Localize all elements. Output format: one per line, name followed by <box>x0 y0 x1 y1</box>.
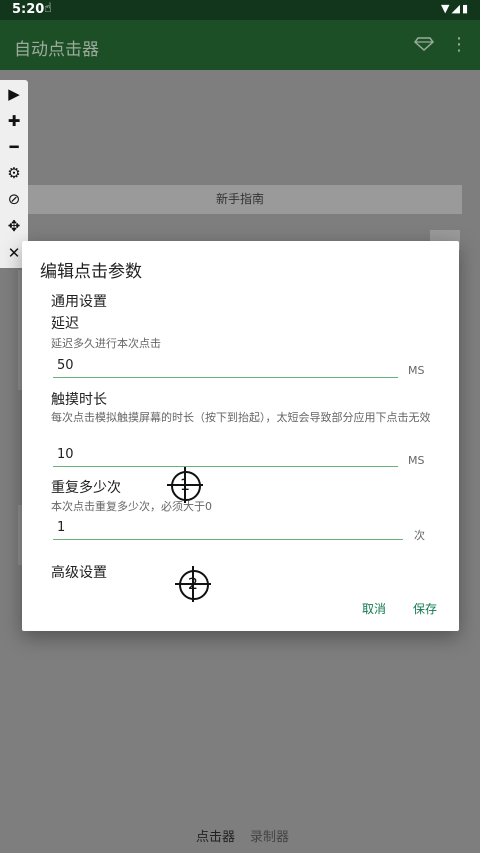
delay-input[interactable] <box>53 355 402 375</box>
signal-icon: ◢ <box>451 2 462 15</box>
eye-off-icon[interactable]: ⊘ <box>0 186 28 212</box>
status-bar: 5:20 ☝ ▼◢▮ <box>0 0 480 20</box>
repeat-label: 重复多少次 <box>51 480 121 496</box>
floating-toolbar: ▶ ✚ ━ ⚙ ⊘ ✥ ✕ <box>0 80 28 268</box>
hand-icon: ☝ <box>44 1 52 16</box>
app-bar: 自动点击器 <box>0 20 480 70</box>
cancel-button[interactable]: 取消 <box>362 600 386 617</box>
advanced-settings-header[interactable]: 高级设置 <box>51 562 107 582</box>
battery-icon: ▮ <box>461 2 470 15</box>
touch-duration-field[interactable] <box>53 444 402 467</box>
delay-hint: 延迟多久进行本次点击 <box>51 337 161 350</box>
marker-number: 2 <box>187 574 199 593</box>
touch-duration-label: 触摸时长 <box>51 392 107 408</box>
delay-field[interactable] <box>53 355 402 378</box>
bottom-tab-bar: 点击器 录制器 <box>0 818 480 853</box>
touch-duration-input[interactable] <box>53 444 402 464</box>
edit-click-dialog: 编辑点击参数 通用设置 延迟 延迟多久进行本次点击 MS 触摸时长 每次点击模拟… <box>22 241 459 631</box>
touch-duration-unit: MS <box>408 454 425 467</box>
repeat-field[interactable] <box>53 517 407 540</box>
guide-button[interactable]: 新手指南 <box>18 185 462 214</box>
delay-label: 延迟 <box>51 316 79 332</box>
tab-clicker[interactable]: 点击器 <box>196 826 235 845</box>
wifi-icon: ▼ <box>441 2 452 15</box>
touch-duration-hint: 每次点击模拟触摸屏幕的时长（按下到抬起），太短会导致部分应用下点击无效 <box>51 411 431 424</box>
move-icon[interactable]: ✥ <box>0 213 28 239</box>
save-button[interactable]: 保存 <box>413 600 437 617</box>
gear-icon[interactable]: ⚙ <box>0 160 28 186</box>
repeat-unit: 次 <box>414 529 425 542</box>
click-target-marker-2[interactable]: 2 <box>175 566 211 602</box>
general-settings-header: 通用设置 <box>51 294 107 310</box>
delay-unit: MS <box>408 364 425 377</box>
click-target-marker-1[interactable]: 1 <box>167 467 203 503</box>
dialog-title: 编辑点击参数 <box>40 262 142 282</box>
app-title: 自动点击器 <box>14 40 99 60</box>
more-vert-icon[interactable]: ⋮ <box>450 34 468 55</box>
marker-number: 1 <box>179 475 191 494</box>
plus-icon[interactable]: ✚ <box>0 108 28 134</box>
minus-icon[interactable]: ━ <box>0 134 28 160</box>
status-time: 5:20 <box>12 2 45 17</box>
system-icons: ▼◢▮ <box>441 2 470 15</box>
play-icon[interactable]: ▶ <box>0 81 28 107</box>
diamond-icon[interactable] <box>414 37 434 51</box>
repeat-input[interactable] <box>53 517 407 537</box>
tab-recorder[interactable]: 录制器 <box>250 826 289 845</box>
